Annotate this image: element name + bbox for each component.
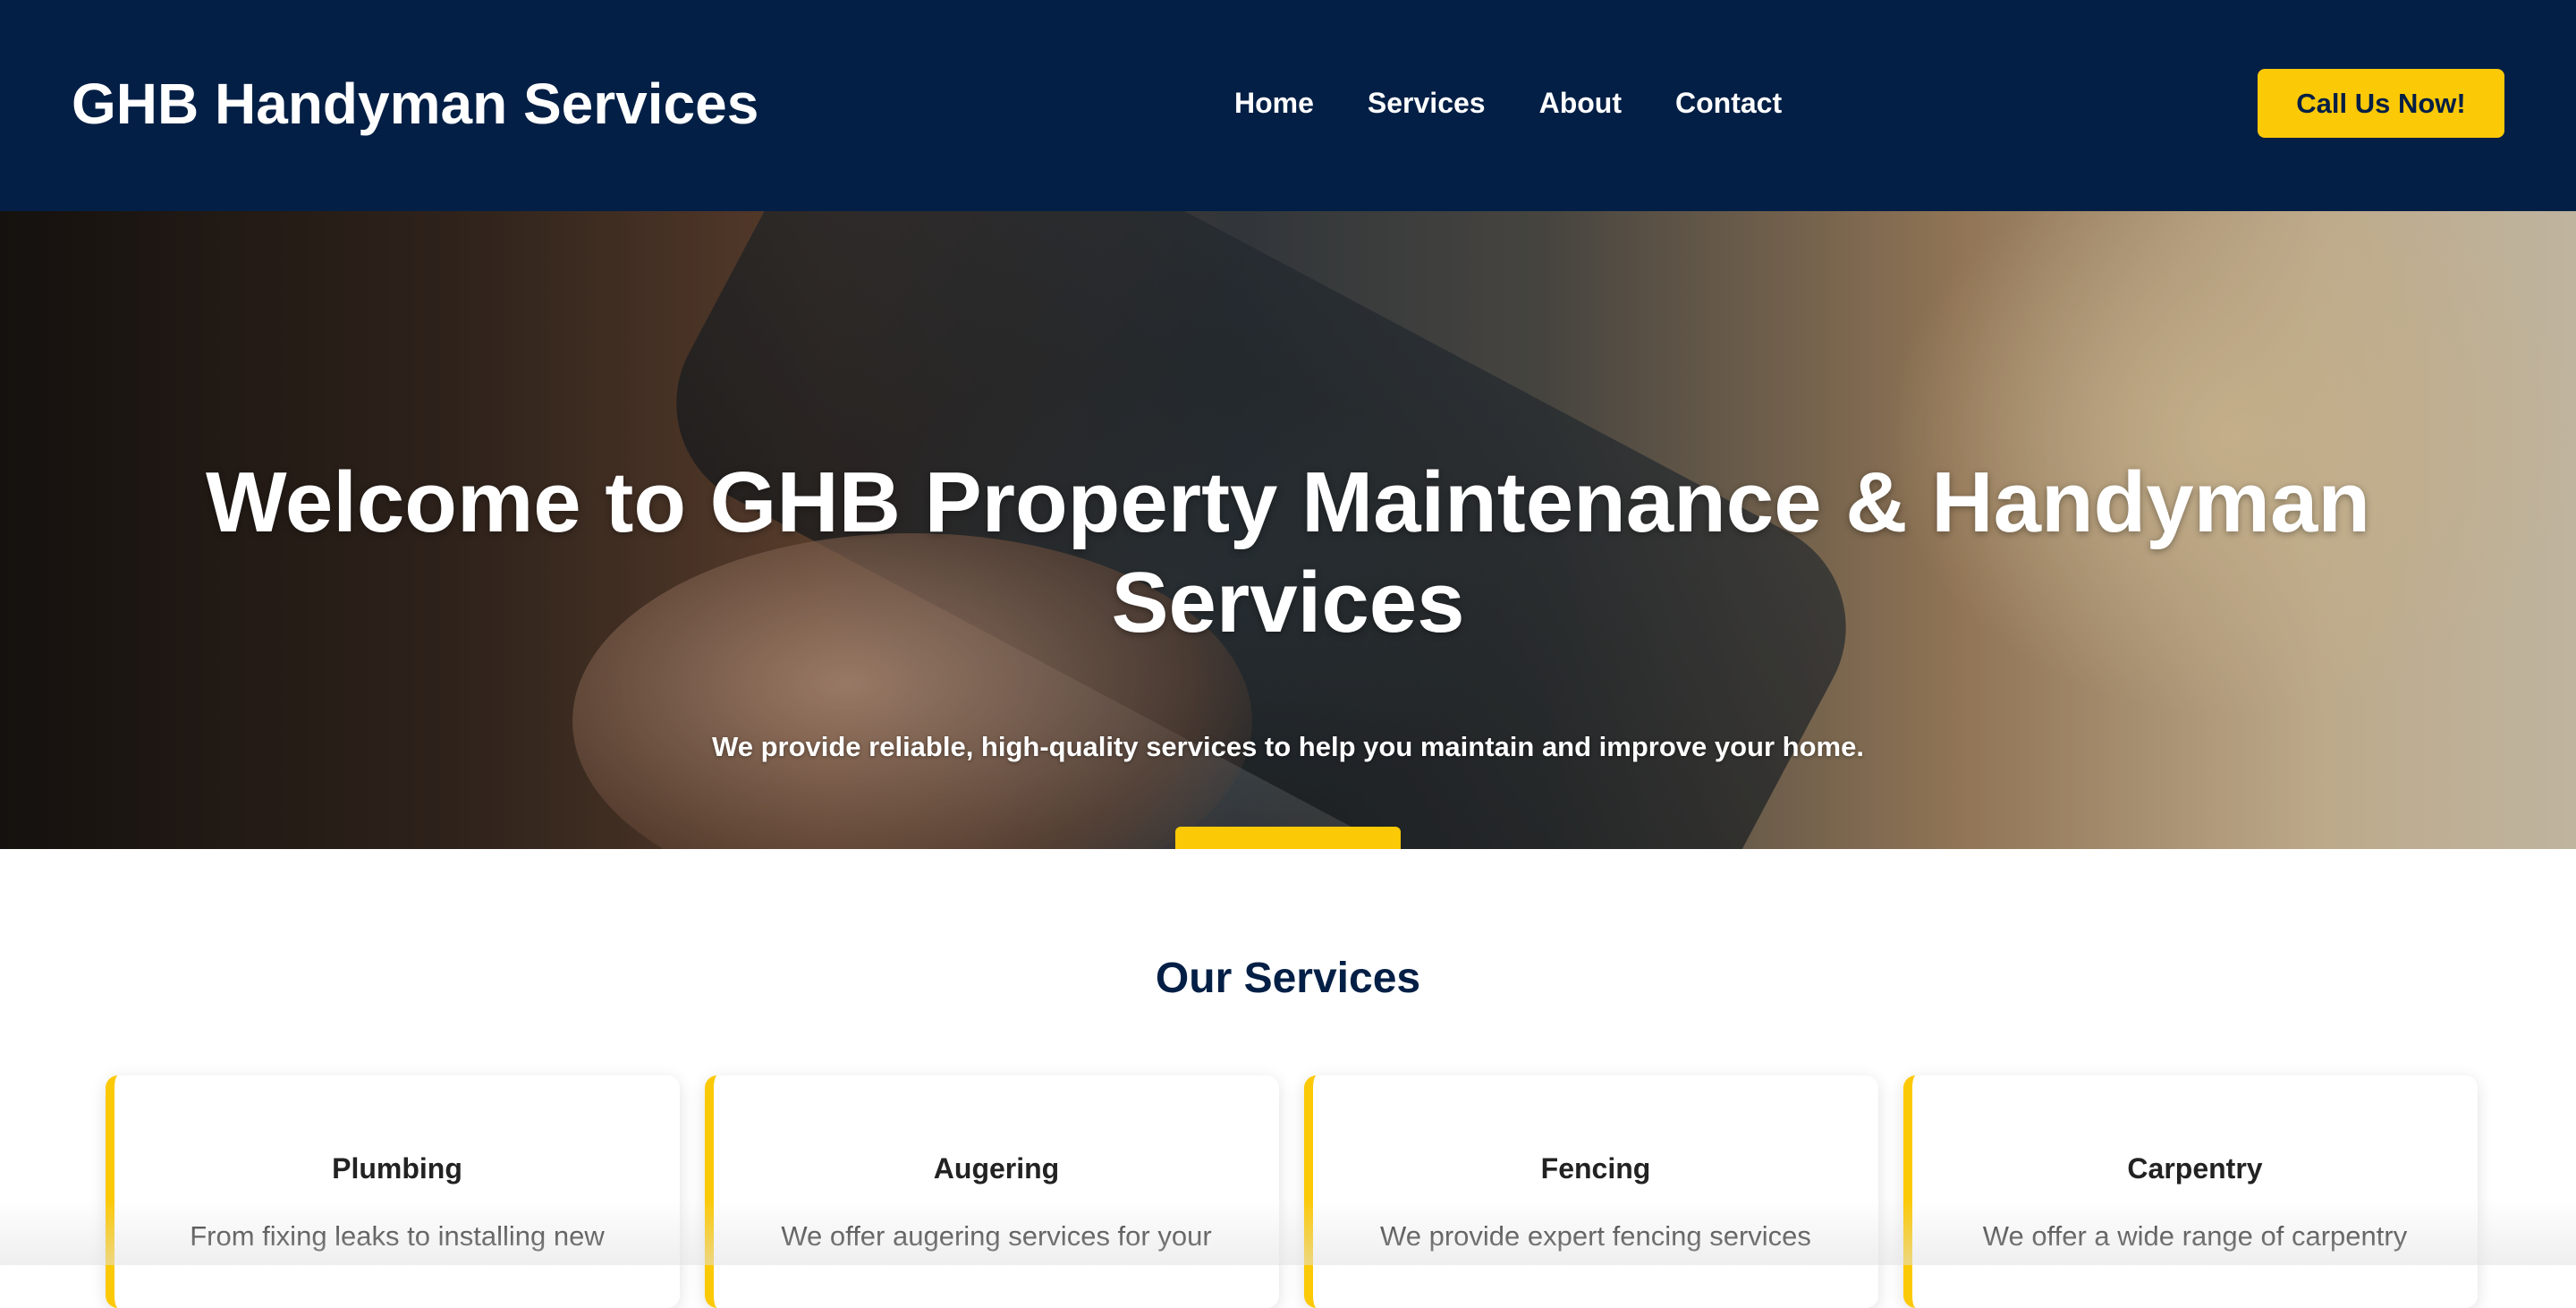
service-card-text: We provide expert fencing services <box>1380 1220 1811 1252</box>
hero-subtitle: We provide reliable, high-quality servic… <box>712 731 1864 762</box>
service-card-title: Plumbing <box>332 1152 462 1185</box>
services-heading: Our Services <box>1155 955 1421 1002</box>
hero-cta-button[interactable] <box>1175 827 1401 849</box>
call-us-button[interactable]: Call Us Now! <box>2258 69 2504 138</box>
site-header: GHB Handyman Services Home Services Abou… <box>0 0 2576 211</box>
service-card-carpentry[interactable]: Carpentry We offer a wide range of carpe… <box>1903 1075 2478 1308</box>
service-card-plumbing[interactable]: Plumbing From fixing leaks to installing… <box>106 1075 680 1308</box>
service-card-title: Fencing <box>1540 1152 1651 1185</box>
main-nav: Home Services About Contact <box>1234 81 1782 125</box>
hero-section: Welcome to GHB Property Maintenance & Ha… <box>0 211 2576 849</box>
service-card-text: We offer augering services for your <box>781 1220 1212 1252</box>
service-card-augering[interactable]: Augering We offer augering services for … <box>705 1075 1279 1308</box>
nav-home-link[interactable]: Home <box>1234 81 1314 125</box>
site-brand[interactable]: GHB Handyman Services <box>72 61 758 147</box>
hero-title: Welcome to GHB Property Maintenance & Ha… <box>205 454 2371 650</box>
nav-services-link[interactable]: Services <box>1368 81 1486 125</box>
service-card-title: Carpentry <box>2127 1152 2263 1185</box>
service-card-fencing[interactable]: Fencing We provide expert fencing servic… <box>1304 1075 1878 1308</box>
service-card-title: Augering <box>933 1152 1060 1185</box>
service-card-text: From fixing leaks to installing new <box>190 1220 605 1252</box>
nav-contact-link[interactable]: Contact <box>1675 81 1782 125</box>
nav-about-link[interactable]: About <box>1539 81 1622 125</box>
service-card-text: We offer a wide range of carpentry <box>1982 1220 2408 1252</box>
